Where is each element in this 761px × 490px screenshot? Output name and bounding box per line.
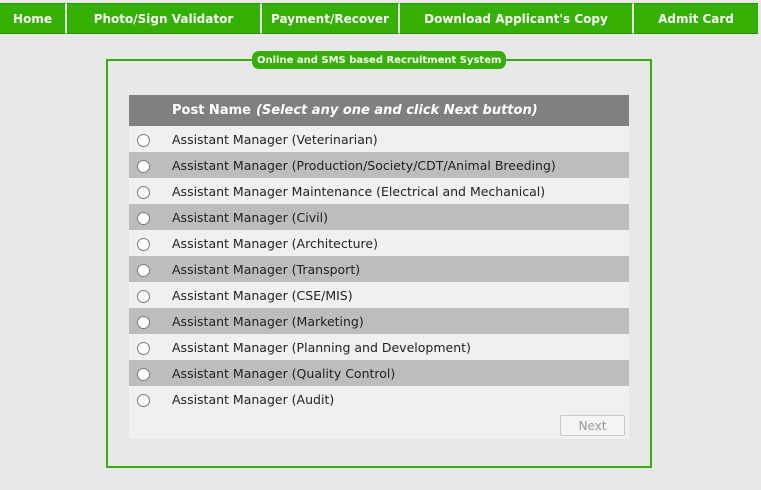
post-label: Assistant Manager (Audit) bbox=[172, 391, 335, 407]
post-radio[interactable] bbox=[137, 368, 150, 381]
post-name-header: Post Name bbox=[172, 103, 251, 118]
nav-admit-card[interactable]: Admit Card bbox=[634, 3, 758, 34]
post-label: Assistant Manager Maintenance (Electrica… bbox=[172, 183, 546, 199]
form-legend: Online and SMS based Recruitment System bbox=[252, 51, 507, 69]
nav-payment-recover[interactable]: Payment/Recover bbox=[262, 3, 400, 34]
post-list: Assistant Manager (Veterinarian) Assista… bbox=[129, 126, 629, 412]
post-row: Assistant Manager (Transport) bbox=[129, 256, 629, 282]
post-label: Assistant Manager (Quality Control) bbox=[172, 365, 396, 381]
top-navigation: Home Photo/Sign Validator Payment/Recove… bbox=[0, 3, 761, 34]
post-radio[interactable] bbox=[137, 342, 150, 355]
post-table-header: Post Name (Select any one and click Next… bbox=[129, 95, 629, 126]
post-row: Assistant Manager (Civil) bbox=[129, 204, 629, 230]
post-label: Assistant Manager (CSE/MIS) bbox=[172, 287, 353, 303]
post-radio[interactable] bbox=[137, 264, 150, 277]
post-label: Assistant Manager (Marketing) bbox=[172, 313, 364, 329]
post-radio[interactable] bbox=[137, 290, 150, 303]
post-radio[interactable] bbox=[137, 160, 150, 173]
post-selection-hint: (Select any one and click Next button) bbox=[255, 103, 538, 118]
nav-download-applicants-copy[interactable]: Download Applicant's Copy bbox=[400, 3, 634, 34]
next-button[interactable]: Next bbox=[560, 415, 625, 436]
post-row: Assistant Manager (CSE/MIS) bbox=[129, 282, 629, 308]
post-radio[interactable] bbox=[137, 134, 150, 147]
post-radio[interactable] bbox=[137, 316, 150, 329]
post-label: Assistant Manager (Civil) bbox=[172, 209, 328, 225]
post-row: Assistant Manager (Production/Society/CD… bbox=[129, 152, 629, 178]
post-label: Assistant Manager (Production/Society/CD… bbox=[172, 157, 556, 173]
post-label: Assistant Manager (Planning and Developm… bbox=[172, 339, 471, 355]
post-radio[interactable] bbox=[137, 238, 150, 251]
post-row: Assistant Manager (Audit) bbox=[129, 386, 629, 412]
post-label: Assistant Manager (Veterinarian) bbox=[172, 131, 378, 147]
post-row: Assistant Manager (Architecture) bbox=[129, 230, 629, 256]
post-radio[interactable] bbox=[137, 186, 150, 199]
post-row: Assistant Manager (Quality Control) bbox=[129, 360, 629, 386]
post-row: Assistant Manager Maintenance (Electrica… bbox=[129, 178, 629, 204]
post-row: Assistant Manager (Marketing) bbox=[129, 308, 629, 334]
nav-home[interactable]: Home bbox=[0, 3, 67, 34]
post-label: Assistant Manager (Transport) bbox=[172, 261, 361, 277]
post-radio[interactable] bbox=[137, 394, 150, 407]
nav-photo-sign-validator[interactable]: Photo/Sign Validator bbox=[67, 3, 262, 34]
post-radio[interactable] bbox=[137, 212, 150, 225]
post-selection-panel: Post Name (Select any one and click Next… bbox=[129, 95, 629, 439]
post-row: Assistant Manager (Planning and Developm… bbox=[129, 334, 629, 360]
post-row: Assistant Manager (Veterinarian) bbox=[129, 126, 629, 152]
post-label: Assistant Manager (Architecture) bbox=[172, 235, 378, 251]
